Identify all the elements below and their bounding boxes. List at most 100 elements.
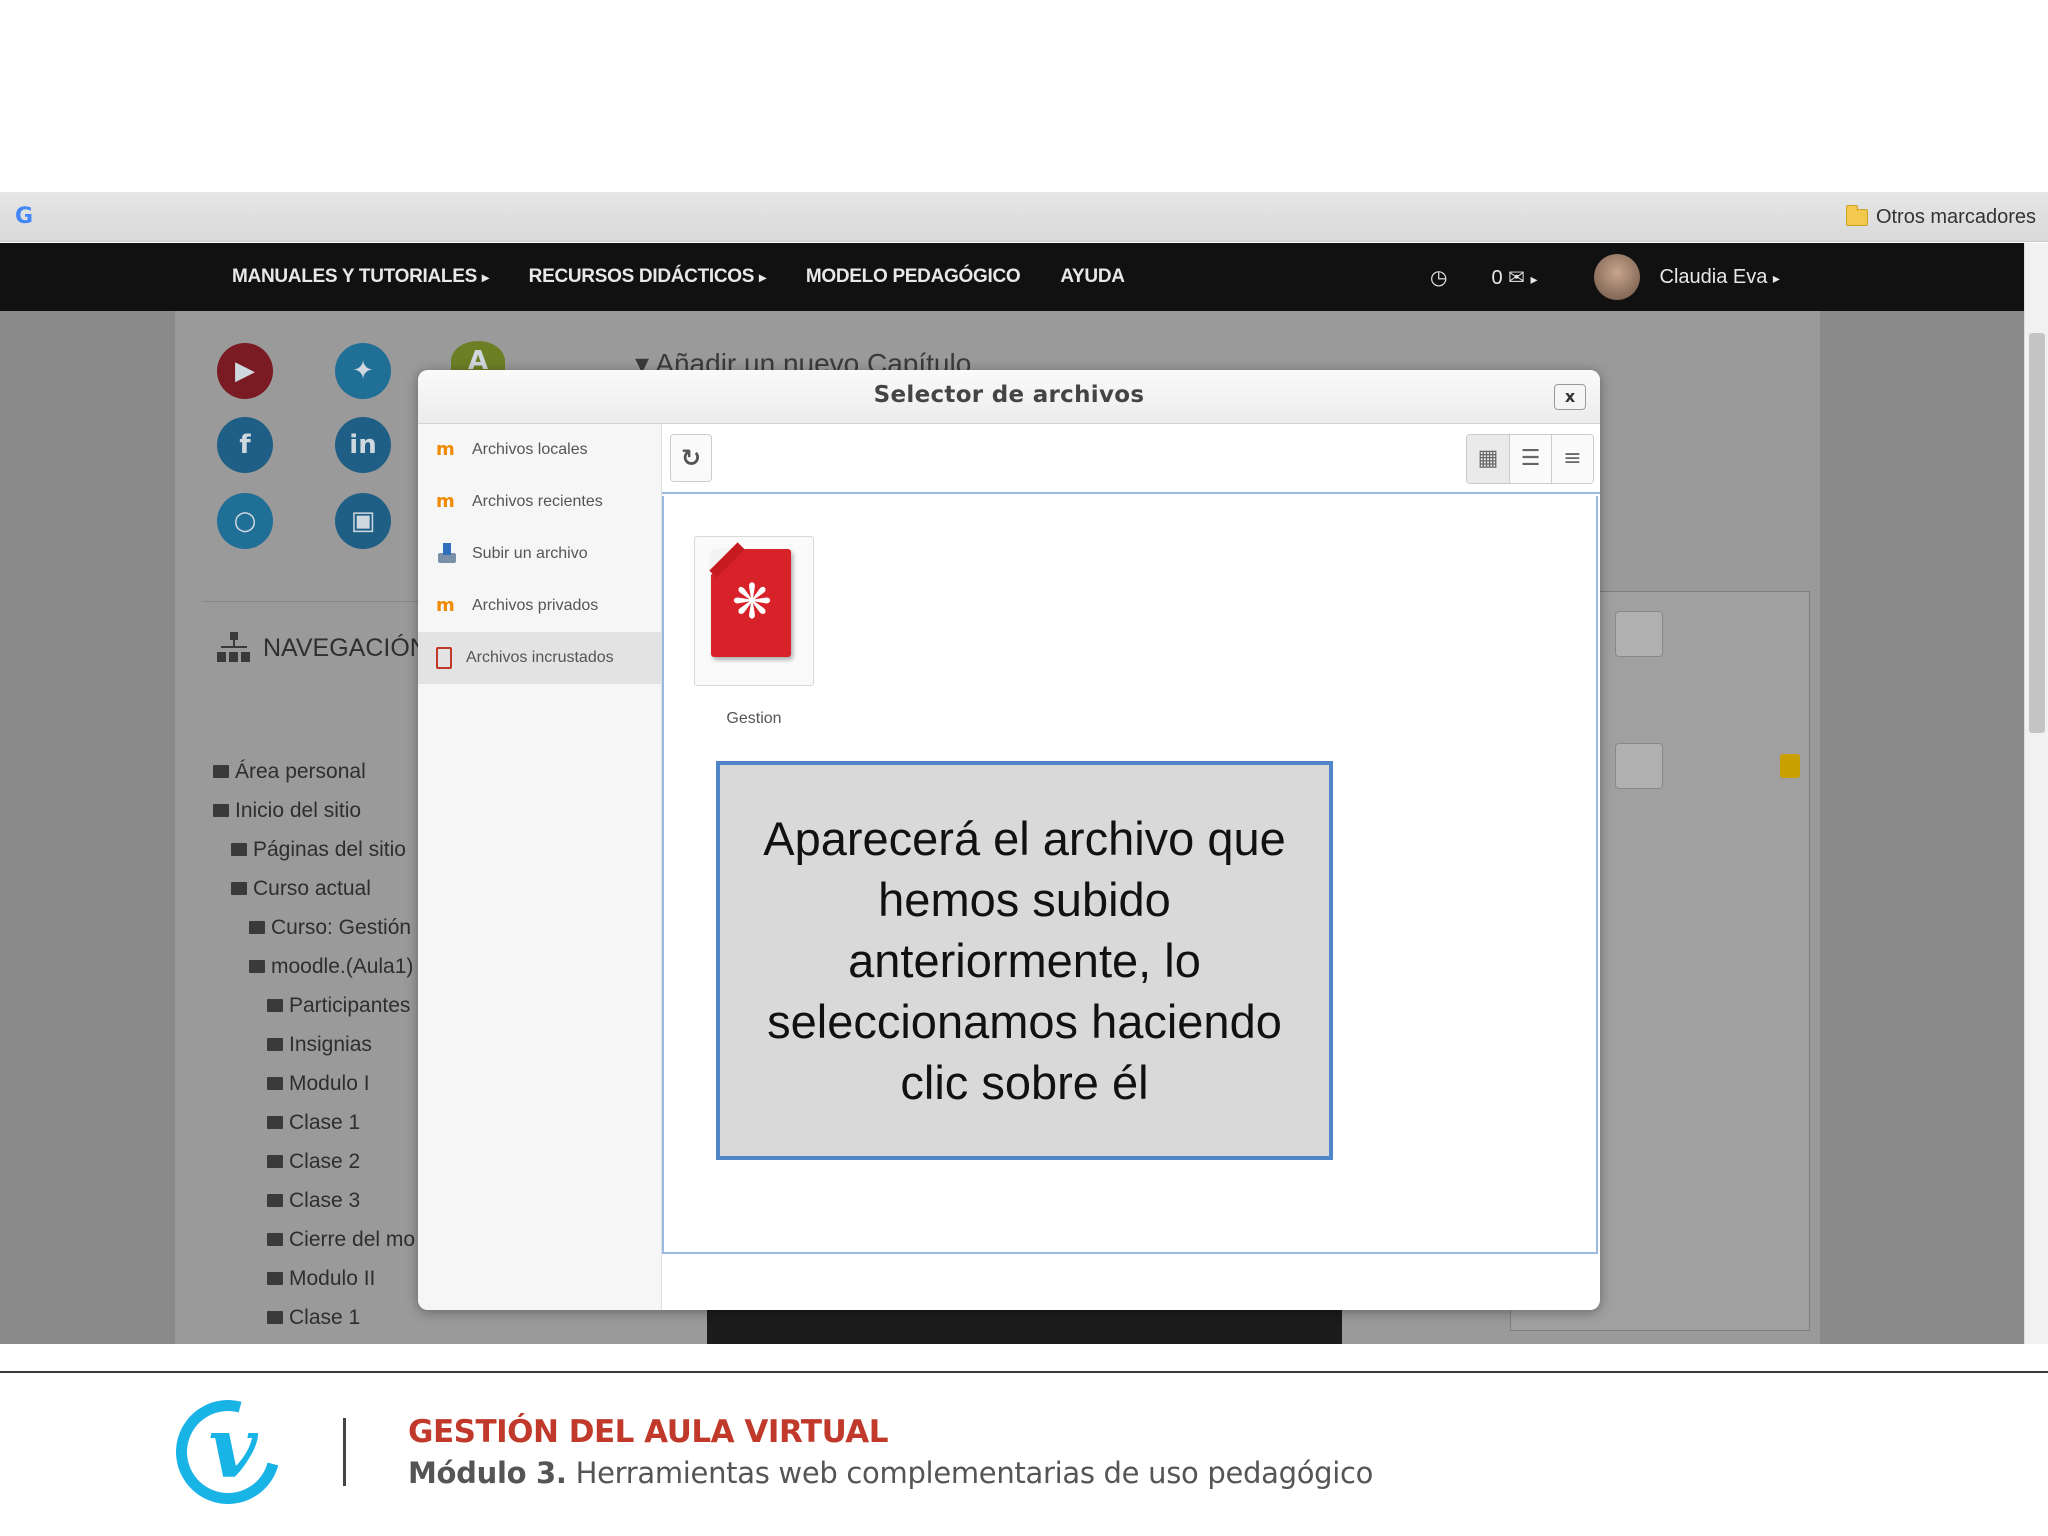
- folder-icon: [267, 1155, 283, 1168]
- clock-icon[interactable]: ◷: [1430, 265, 1447, 290]
- menu-ayuda[interactable]: AYUDA: [1060, 266, 1125, 288]
- nav-tree-item[interactable]: Cierre del mo: [213, 1220, 447, 1259]
- linkedin-icon[interactable]: in: [335, 417, 391, 473]
- nav-tree-item[interactable]: moodle.(Aula1) - D: [213, 947, 447, 986]
- file-item[interactable]: ❋: [694, 536, 814, 686]
- camera-icon[interactable]: ▣: [335, 493, 391, 549]
- repository-item[interactable]: Subir un archivo: [418, 528, 661, 580]
- menu-recursos[interactable]: RECURSOS DIDÁCTICOS ▸: [529, 266, 766, 288]
- menu-modelo[interactable]: MODELO PEDAGÓGICO: [806, 266, 1021, 288]
- file-name[interactable]: Gestion: [694, 710, 814, 728]
- repository-item[interactable]: m Archivos locales: [418, 424, 661, 476]
- callout-text: Aparecerá el archivo que hemos subido an…: [763, 812, 1286, 1109]
- nav-tree-item[interactable]: Clase 3: [213, 1181, 447, 1220]
- google-icon[interactable]: G: [12, 205, 36, 229]
- unlink-button[interactable]: [1615, 611, 1663, 657]
- folder-icon: [267, 1233, 283, 1246]
- nav-tree-label: Curso actual: [253, 877, 371, 900]
- youtube-icon[interactable]: ▶: [217, 343, 273, 399]
- nav-tree-item[interactable]: Curso: Gestión: [213, 908, 447, 947]
- folder-icon: [231, 843, 247, 856]
- edit-icon[interactable]: [1780, 754, 1800, 778]
- facebook-icon[interactable]: f: [217, 417, 273, 473]
- main-menu: MANUALES Y TUTORIALES ▸ RECURSOS DIDÁCTI…: [232, 243, 1125, 311]
- folder-icon: [267, 1311, 283, 1324]
- avatar[interactable]: [1593, 254, 1640, 300]
- nav-tree-item[interactable]: Clase 2: [213, 1142, 447, 1181]
- folder-icon: [249, 960, 265, 973]
- moodle-icon: m: [436, 595, 455, 616]
- nav-tree-item[interactable]: Inicio del sitio: [213, 791, 447, 830]
- nav-tree-label: Páginas del sitio: [253, 838, 406, 861]
- tree-list-icon: ≡: [1563, 446, 1582, 471]
- footer-divider: [0, 1371, 2048, 1373]
- brand-logo-icon: v: [208, 1398, 258, 1497]
- nav-tree-label: Curso: Gestión: [271, 916, 412, 939]
- repository-label: Archivos locales: [472, 441, 588, 458]
- nav-tree-label: Clase 1: [289, 1306, 361, 1329]
- tree-view-button[interactable]: ≡: [1551, 435, 1593, 483]
- refresh-button[interactable]: ↻: [670, 434, 712, 482]
- caret-right-icon: ▸: [759, 269, 766, 285]
- repository-item[interactable]: Archivos incrustados: [418, 632, 661, 684]
- nav-tree-item[interactable]: Modulo I: [213, 1064, 447, 1103]
- icons-view-button[interactable]: ▦: [1467, 435, 1509, 483]
- page-scrollbar[interactable]: [2024, 243, 2048, 1344]
- nav-tree-item[interactable]: Clase 2: [213, 1337, 447, 1344]
- user-area: ◷ 0 ✉ ▸ Claudia Eva ▸: [1430, 243, 1780, 311]
- repository-label: Archivos privados: [472, 597, 599, 614]
- sitemap-icon: [217, 632, 251, 664]
- folder-icon: [231, 882, 247, 895]
- folder-icon: [267, 1077, 283, 1090]
- close-button[interactable]: x: [1554, 384, 1586, 410]
- folder-icon: [267, 1194, 283, 1207]
- nav-tree-item[interactable]: Clase 1: [213, 1298, 447, 1337]
- nav-tree-label: Modulo I: [289, 1072, 370, 1095]
- nav-tree-item[interactable]: Clase 1: [213, 1103, 447, 1142]
- user-menu[interactable]: Claudia Eva ▸: [1660, 266, 1780, 289]
- repository-item[interactable]: m Archivos privados: [418, 580, 661, 632]
- file-toolbar: ↻ ▦ ☰ ≡: [662, 424, 1600, 494]
- moodle-icon: m: [436, 491, 455, 512]
- nav-tree-item[interactable]: Curso actual: [213, 869, 447, 908]
- module-subtitle: Módulo 3. Herramientas web complementari…: [408, 1456, 1374, 1490]
- navigation-tree: Área personal Inicio del sitio Páginas del…: [213, 752, 447, 1344]
- repository-label: Subir un archivo: [472, 545, 588, 562]
- footer-separator: [343, 1418, 346, 1486]
- twitter-icon[interactable]: ✦: [335, 343, 391, 399]
- scrollbar-thumb[interactable]: [2029, 333, 2045, 733]
- nav-tree-label: Inicio del sitio: [235, 799, 362, 822]
- list-view-button[interactable]: ☰: [1509, 435, 1551, 483]
- nav-tree-label: Cierre del mo: [289, 1228, 416, 1251]
- nav-tree-item[interactable]: Área personal: [213, 752, 447, 791]
- repository-item[interactable]: m Archivos recientes: [418, 476, 661, 528]
- bookmarks-bar: G Otros marcadores: [0, 192, 2048, 242]
- nav-tree-item[interactable]: Modulo II: [213, 1259, 447, 1298]
- home-icon: [213, 765, 229, 778]
- file-icon: [213, 804, 229, 817]
- caret-right-icon: ▸: [1530, 270, 1538, 287]
- messages-menu[interactable]: 0 ✉ ▸: [1491, 265, 1537, 290]
- annotation-callout: Aparecerá el archivo que hemos subido an…: [716, 761, 1333, 1160]
- pdf-icon: ❋: [709, 542, 791, 657]
- grid-icon: ▦: [1477, 446, 1499, 471]
- envelope-icon: ✉: [1508, 266, 1525, 289]
- nav-tree-item[interactable]: Insignias: [213, 1025, 447, 1064]
- user-name: Claudia Eva: [1659, 265, 1768, 288]
- other-bookmarks[interactable]: Otros marcadores: [1845, 204, 2036, 230]
- nav-tree-item[interactable]: Páginas del sitio: [213, 830, 447, 869]
- moodle-icon: m: [436, 439, 455, 460]
- dialog-title: Selector de archivos: [873, 382, 1145, 408]
- folder-icon: [1845, 204, 1868, 226]
- repository-label: Archivos incrustados: [466, 649, 614, 666]
- instagram-icon[interactable]: ○: [217, 493, 273, 549]
- menu-manuales[interactable]: MANUALES Y TUTORIALES ▸: [232, 266, 489, 288]
- refresh-icon: ↻: [680, 444, 702, 472]
- repository-label: Archivos recientes: [472, 493, 603, 510]
- folder-icon: [267, 1272, 283, 1285]
- nav-tree-item[interactable]: Participantes: [213, 986, 447, 1025]
- editor-button[interactable]: [1615, 743, 1663, 789]
- folder-icon: [267, 1038, 283, 1051]
- course-title: GESTIÓN DEL AULA VIRTUAL: [408, 1414, 889, 1450]
- navigation-title: NAVEGACIÓN: [217, 632, 428, 664]
